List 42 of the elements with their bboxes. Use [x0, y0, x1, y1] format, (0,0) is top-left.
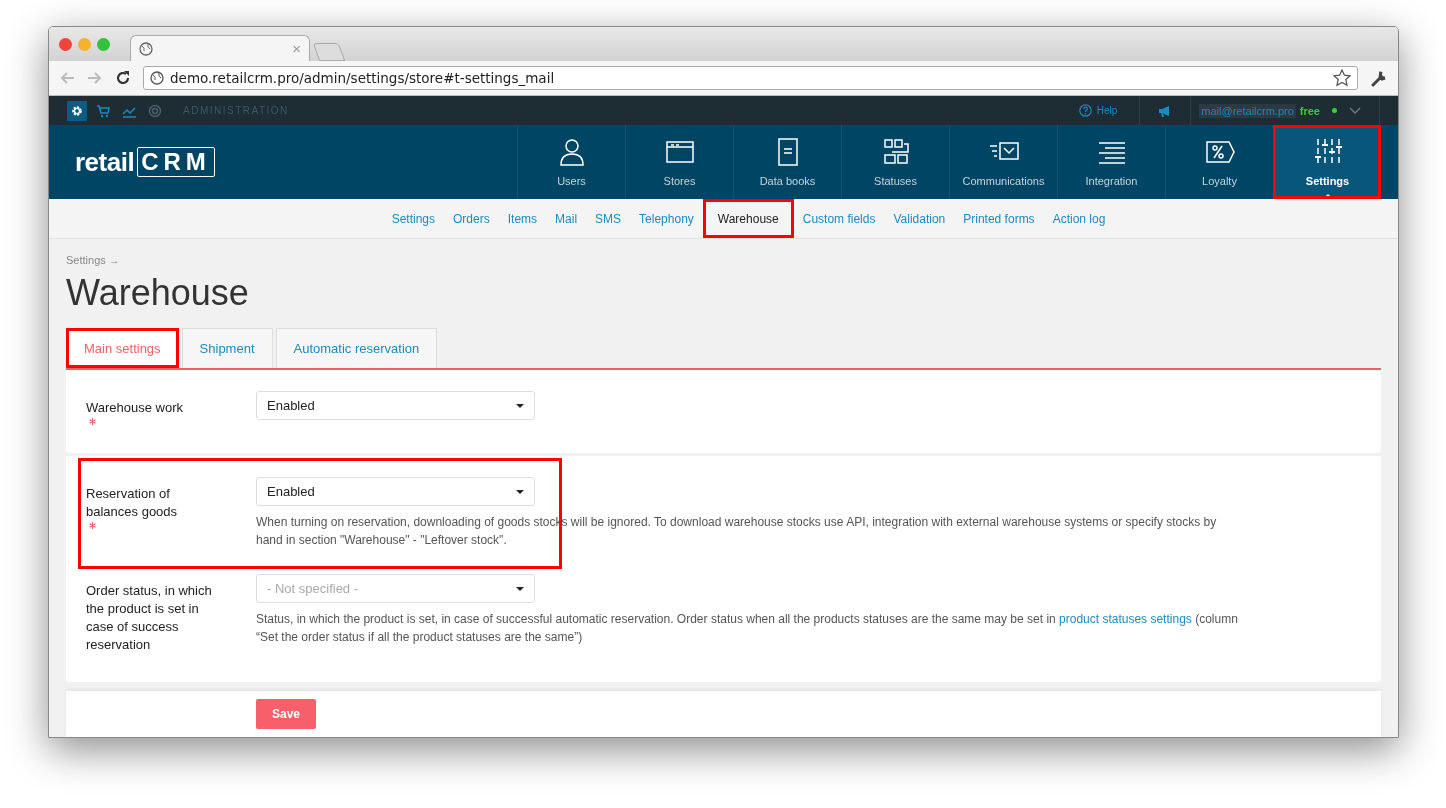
chevron-icon[interactable] [1349, 106, 1361, 115]
breadcrumb[interactable]: Settings → [66, 254, 1381, 266]
tab[interactable]: Automatic reservation [275, 328, 438, 368]
subnav-link[interactable]: Action log [1043, 199, 1115, 238]
wrench-icon[interactable] [1370, 69, 1388, 87]
dropdown[interactable]: Enabled [256, 391, 535, 420]
address-field[interactable]: demo.retailcrm.pro/admin/settings/store#t-settings_mail [143, 66, 1358, 90]
tab-close-button[interactable]: × [292, 40, 301, 57]
subnav-link[interactable]: Mail [546, 199, 587, 238]
subnav-link[interactable]: Orders [444, 199, 499, 238]
reload-icon[interactable] [115, 70, 131, 86]
subnav-link[interactable]: Custom fields [793, 199, 885, 238]
dropdown[interactable]: Enabled [256, 477, 535, 506]
globe-icon [139, 41, 153, 56]
close-button[interactable] [59, 37, 72, 51]
help-icon [1078, 104, 1092, 117]
logo-text: retail [75, 146, 135, 178]
help-text: Status, in which the product is set, in case of successful automatic reservation. Order status when all the products statuses are the same may be set in product statuses settings (column “Set the order status if all the product statuses are the same”) [256, 611, 1239, 646]
field-label: Order status, in which the product is set in case of success reservation [86, 582, 213, 654]
globe-icon [150, 71, 164, 85]
settings-link[interactable]: product statuses settings [1059, 612, 1192, 626]
subnav-link[interactable]: Validation [884, 199, 955, 238]
logo-mark: CRM [137, 147, 215, 177]
field-label: Warehouse work [86, 391, 221, 425]
save-button[interactable]: Save [256, 699, 317, 729]
plan-label: free [1299, 104, 1320, 117]
subnav-link[interactable]: Items [498, 199, 547, 238]
page-title: Warehouse [66, 272, 250, 314]
star-icon[interactable] [1333, 69, 1351, 87]
tab[interactable]: Shipment [181, 328, 273, 368]
subnav-link[interactable]: SMS [586, 199, 631, 238]
user-email[interactable]: mail@retailcrm.pro [1199, 103, 1296, 118]
dropdown[interactable]: - Not specified - [256, 574, 535, 603]
status-dot [1332, 108, 1337, 113]
settings-icon[interactable] [67, 100, 87, 121]
subnav-link[interactable]: Printed forms [954, 199, 1044, 238]
field-label: Reservation of balances goods [86, 477, 221, 549]
subnav-link[interactable]: Warehouse [708, 199, 788, 238]
zoom-button[interactable] [97, 37, 110, 51]
subnav-link[interactable]: Telephony [630, 199, 703, 238]
subnav-link[interactable]: Settings [382, 199, 445, 238]
browser-tab[interactable]: × [130, 35, 310, 61]
